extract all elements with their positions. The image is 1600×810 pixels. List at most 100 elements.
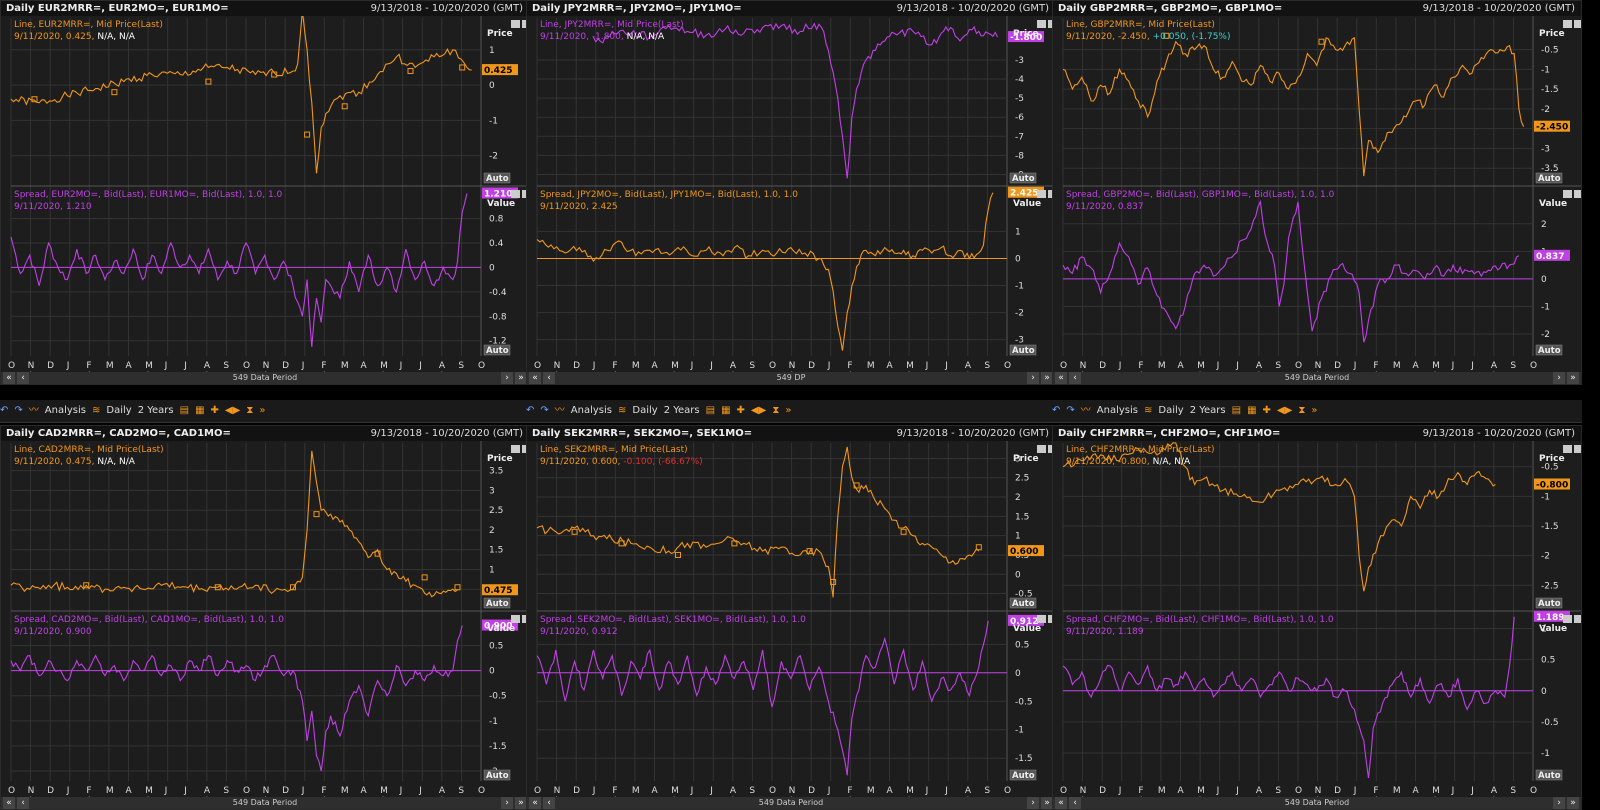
restore-icon[interactable] bbox=[511, 20, 520, 28]
time-scrollbar[interactable]: 549 Data Period «‹ ›» bbox=[1, 372, 529, 384]
expand-icon[interactable]: » bbox=[785, 405, 791, 416]
scroll-first-button[interactable]: « bbox=[3, 797, 15, 809]
period-menu[interactable]: 2 Years bbox=[138, 405, 174, 416]
scroll-next-button[interactable]: › bbox=[501, 797, 513, 809]
line-style-icon[interactable]: 〰 bbox=[555, 405, 565, 416]
date-range: 9/13/2018 - 10/20/2020 (GMT) bbox=[1422, 3, 1575, 14]
daily-menu[interactable]: Daily bbox=[106, 405, 131, 416]
crosshair-icon[interactable]: ✚ bbox=[737, 405, 745, 416]
scroll-first-button[interactable]: « bbox=[529, 372, 541, 384]
expand-icon[interactable]: » bbox=[1311, 405, 1317, 416]
restore-icon[interactable] bbox=[1037, 445, 1046, 453]
period-menu[interactable]: 2 Years bbox=[1190, 405, 1226, 416]
time-scrollbar[interactable]: 549 Data Period «‹ ›» bbox=[1053, 372, 1581, 384]
time-scrollbar[interactable]: 549 DP «‹ ›» bbox=[527, 372, 1055, 384]
scroll-next-button[interactable]: › bbox=[1553, 372, 1565, 384]
restore-icon[interactable] bbox=[1563, 20, 1572, 28]
scroll-next-button[interactable]: › bbox=[1553, 797, 1565, 809]
restore-icon[interactable] bbox=[1563, 445, 1572, 453]
redo-icon[interactable]: ↷ bbox=[1066, 405, 1074, 416]
chart-svg[interactable]: -0.5-1-1.5-2-2.5-3-3.5-2.450PriceLine, G… bbox=[1053, 16, 1581, 372]
line-style-icon[interactable]: 〰 bbox=[29, 405, 39, 416]
daily-menu[interactable]: Daily bbox=[1158, 405, 1183, 416]
zoom-icon[interactable]: ▦ bbox=[721, 405, 730, 416]
scroll-next-button[interactable]: › bbox=[1027, 372, 1039, 384]
scroll-next-button[interactable]: › bbox=[501, 372, 513, 384]
y-tick-label: -3.5 bbox=[1541, 164, 1559, 174]
chart-svg[interactable]: -3-4-5-6-7-8-9-1.800PriceLine, JPY2MRR=,… bbox=[527, 16, 1055, 372]
redo-icon[interactable]: ↷ bbox=[14, 405, 22, 416]
close-icon[interactable] bbox=[1574, 445, 1581, 453]
undo-icon[interactable]: ↶ bbox=[0, 405, 8, 416]
chart-type-icon[interactable]: ▤ bbox=[1232, 405, 1241, 416]
restore-icon[interactable] bbox=[1037, 615, 1046, 623]
redo-icon[interactable]: ↷ bbox=[540, 405, 548, 416]
chart-toolbar: ↶ ↷ 〰 Analysis ≋ Daily 2 Years ▤ ▦ ✚ ◀▶ ⧗ » bbox=[1052, 400, 1582, 423]
scroll-prev-button[interactable]: ‹ bbox=[543, 372, 555, 384]
expand-icon[interactable]: » bbox=[259, 405, 265, 416]
scroll-prev-button[interactable]: ‹ bbox=[543, 797, 555, 809]
scroll-next-button[interactable]: › bbox=[1027, 797, 1039, 809]
undo-icon[interactable]: ↶ bbox=[1052, 405, 1060, 416]
x-month-label: M bbox=[1432, 786, 1440, 796]
time-scrollbar[interactable]: 549 Data Period «‹ ›» bbox=[1, 797, 529, 809]
fit-icon[interactable]: ⧗ bbox=[1298, 405, 1305, 416]
analysis-menu[interactable]: Analysis bbox=[1097, 405, 1138, 416]
restore-icon[interactable] bbox=[511, 190, 520, 198]
scroll-first-button[interactable]: « bbox=[3, 372, 15, 384]
chart-type-icon[interactable]: ▤ bbox=[180, 405, 189, 416]
y-tick-label: 1 bbox=[1015, 532, 1021, 542]
chart-svg[interactable]: 3.5 3 2.5 2 1.5 1 0.5 0.475 Price Line, CAD2MRR=,… bbox=[1, 441, 529, 797]
restore-icon[interactable] bbox=[1563, 190, 1572, 198]
scroll-first-button[interactable]: « bbox=[1055, 372, 1067, 384]
pan-left-icon[interactable]: ◀▶ bbox=[751, 405, 766, 416]
waves-icon[interactable]: ≋ bbox=[1144, 405, 1152, 416]
chart-svg[interactable]: 1 0 -1 -2 0.425 Price Line, EUR2MRR=, Mid Pric… bbox=[1, 16, 529, 372]
analysis-menu[interactable]: Analysis bbox=[571, 405, 612, 416]
fit-icon[interactable]: ⧗ bbox=[246, 405, 253, 416]
restore-icon[interactable] bbox=[511, 445, 520, 453]
y-tick-label: -3 bbox=[1541, 144, 1550, 154]
close-icon[interactable] bbox=[1574, 190, 1581, 198]
close-icon[interactable] bbox=[1574, 615, 1581, 623]
x-month-label: S bbox=[1510, 361, 1516, 371]
zoom-icon[interactable]: ▦ bbox=[195, 405, 204, 416]
crosshair-icon[interactable]: ✚ bbox=[211, 405, 219, 416]
pan-left-icon[interactable]: ◀▶ bbox=[1277, 405, 1292, 416]
time-scrollbar[interactable]: 549 Data Period «‹ ›» bbox=[1053, 797, 1581, 809]
x-month-label: J bbox=[1353, 786, 1357, 796]
scroll-last-button[interactable]: » bbox=[1567, 372, 1579, 384]
fit-icon[interactable]: ⧗ bbox=[772, 405, 779, 416]
undo-icon[interactable]: ↶ bbox=[526, 405, 534, 416]
analysis-menu[interactable]: Analysis bbox=[45, 405, 86, 416]
crosshair-icon[interactable]: ✚ bbox=[1263, 405, 1271, 416]
restore-icon[interactable] bbox=[1037, 20, 1046, 28]
close-icon[interactable] bbox=[1574, 20, 1581, 28]
x-month-label: J bbox=[1118, 786, 1122, 796]
pan-left-icon[interactable]: ◀▶ bbox=[225, 405, 240, 416]
restore-icon[interactable] bbox=[1037, 190, 1046, 198]
restore-icon[interactable] bbox=[1563, 615, 1572, 623]
waves-icon[interactable]: ≋ bbox=[618, 405, 626, 416]
chart-type-icon[interactable]: ▤ bbox=[706, 405, 715, 416]
x-month-label: S bbox=[1275, 361, 1281, 371]
waves-icon[interactable]: ≋ bbox=[92, 405, 100, 416]
scroll-prev-button[interactable]: ‹ bbox=[17, 372, 29, 384]
line-style-icon[interactable]: 〰 bbox=[1081, 405, 1091, 416]
x-month-label: A bbox=[126, 786, 133, 796]
scroll-last-button[interactable]: » bbox=[1567, 797, 1579, 809]
scroll-prev-button[interactable]: ‹ bbox=[17, 797, 29, 809]
scroll-first-button[interactable]: « bbox=[529, 797, 541, 809]
value-axis-label: Value bbox=[1013, 199, 1041, 209]
x-month-label: D bbox=[282, 786, 289, 796]
zoom-icon[interactable]: ▦ bbox=[1247, 405, 1256, 416]
scroll-prev-button[interactable]: ‹ bbox=[1069, 797, 1081, 809]
scroll-prev-button[interactable]: ‹ bbox=[1069, 372, 1081, 384]
period-menu[interactable]: 2 Years bbox=[664, 405, 700, 416]
scroll-first-button[interactable]: « bbox=[1055, 797, 1067, 809]
time-scrollbar[interactable]: 549 Data Period «‹ ›» bbox=[527, 797, 1055, 809]
chart-svg[interactable]: 32.521.510.50-0.50.600PriceLine, SEK2MRR… bbox=[527, 441, 1055, 797]
chart-svg[interactable]: -0.5 -1 -1.5 -2 -2.5 -0.800 Price Line, CHF2MRR… bbox=[1053, 441, 1581, 797]
restore-icon[interactable] bbox=[511, 615, 520, 623]
daily-menu[interactable]: Daily bbox=[632, 405, 657, 416]
